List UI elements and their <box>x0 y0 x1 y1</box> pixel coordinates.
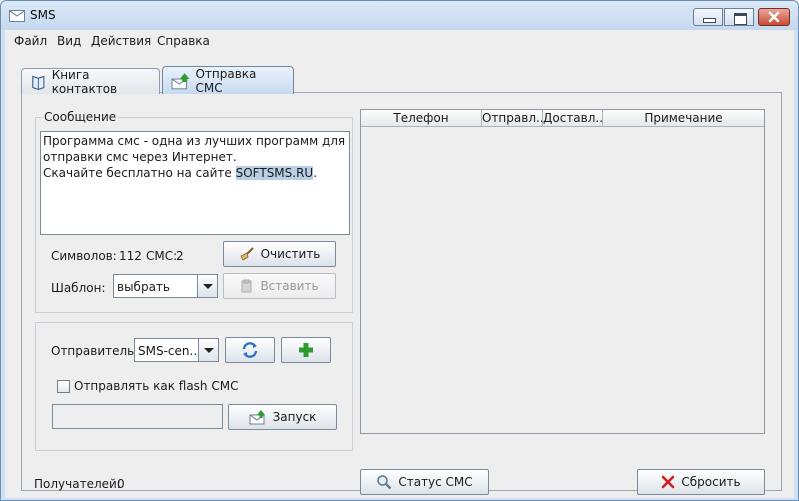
run-button-label: Запуск <box>272 410 317 424</box>
client-area: Файл Вид Действия Справка Сообщение Прог… <box>5 30 794 498</box>
menu-file[interactable]: Файл <box>14 34 47 48</box>
clear-button[interactable]: Очистить <box>223 241 336 267</box>
message-group-title: Сообщение <box>42 110 119 124</box>
sms-status-button[interactable]: Статус СМС <box>360 469 489 495</box>
red-x-icon <box>662 475 675 489</box>
message-line-3-prefix: Скачайте бесплатно на сайте <box>43 166 236 180</box>
minimize-button[interactable] <box>693 8 723 26</box>
flash-sms-label: Отправлять как flash СМС <box>74 379 239 393</box>
sender-group: Отправитель: SMS-cen... Отправлять как f… <box>35 322 353 451</box>
sms-label: СМС: <box>146 249 178 263</box>
flash-sms-checkbox[interactable] <box>57 380 70 393</box>
chars-count: 112 <box>119 249 142 263</box>
message-group: Сообщение Программа смс - одна из лучших… <box>35 110 353 313</box>
app-window: SMS Файл Вид Действия Справка Сообщение … <box>0 0 799 501</box>
menu-view[interactable]: Вид <box>57 34 81 48</box>
refresh-icon <box>242 342 258 358</box>
tab-send-sms-label: Отправка СМС <box>195 66 257 95</box>
broom-icon <box>240 247 254 261</box>
sender-label: Отправитель: <box>51 344 139 358</box>
reset-button[interactable]: Сбросить <box>637 469 765 495</box>
close-icon <box>768 11 780 23</box>
maximize-button[interactable] <box>724 8 754 26</box>
template-label: Шаблон: <box>51 281 106 295</box>
recipients-table[interactable]: Телефон Отправл... Доставл... Примечание <box>360 109 765 434</box>
menu-bar: Файл Вид Действия Справка <box>5 30 794 52</box>
menu-help[interactable]: Справка <box>157 34 210 48</box>
reset-button-label: Сбросить <box>681 475 741 489</box>
progress-field <box>52 404 223 429</box>
recipients-count: 0 <box>117 477 125 491</box>
paste-icon <box>241 279 252 293</box>
chars-label: Символов: <box>51 249 117 263</box>
tab-contacts-label: Книга контактов <box>51 67 118 96</box>
message-textarea[interactable]: Программа смс - одна из лучших программ … <box>40 131 350 235</box>
message-line-3-suffix: . <box>313 166 318 180</box>
envelope-arrow-icon <box>249 410 265 425</box>
column-header-delivered[interactable]: Доставл... <box>543 110 603 127</box>
sms-count: 2 <box>176 249 184 263</box>
column-header-phone[interactable]: Телефон <box>361 110 482 127</box>
run-button[interactable]: Запуск <box>228 404 337 430</box>
tab-send-sms[interactable]: Отправка СМС <box>162 66 294 95</box>
insert-button-label: Вставить <box>260 279 319 293</box>
tab-panel: Сообщение Программа смс - одна из лучших… <box>21 92 782 495</box>
menu-actions[interactable]: Действия <box>91 34 151 48</box>
template-select[interactable]: выбрать <box>113 274 218 298</box>
title-bar[interactable]: SMS <box>1 1 798 30</box>
envelope-icon <box>9 10 25 22</box>
sms-status-button-label: Статус СМС <box>398 475 473 489</box>
add-sender-button[interactable] <box>281 337 331 363</box>
clear-button-label: Очистить <box>260 247 321 261</box>
message-link-selected: SOFTSMS.RU <box>235 166 314 180</box>
refresh-button[interactable] <box>225 337 275 363</box>
close-button[interactable] <box>758 8 790 26</box>
recipients-label: Получателей: <box>34 477 121 491</box>
book-icon <box>32 75 45 90</box>
column-header-sent[interactable]: Отправл... <box>482 110 543 127</box>
insert-button[interactable]: Вставить <box>223 273 336 299</box>
message-line-1: Программа смс - одна из лучших программ … <box>43 134 346 148</box>
plus-icon <box>299 343 313 357</box>
window-title: SMS <box>30 8 56 22</box>
column-header-note[interactable]: Примечание <box>603 110 764 127</box>
magnifier-icon <box>377 475 392 490</box>
sender-select-value: SMS-cen... <box>138 344 201 358</box>
chevron-down-icon[interactable] <box>198 339 218 361</box>
template-select-value: выбрать <box>117 280 170 294</box>
message-line-2: отправки смс через Интернет. <box>43 150 237 164</box>
tab-contacts[interactable]: Книга контактов <box>21 67 160 96</box>
envelope-arrow-icon <box>171 72 190 89</box>
chevron-down-icon[interactable] <box>197 275 217 297</box>
sender-select[interactable]: SMS-cen... <box>134 338 219 362</box>
